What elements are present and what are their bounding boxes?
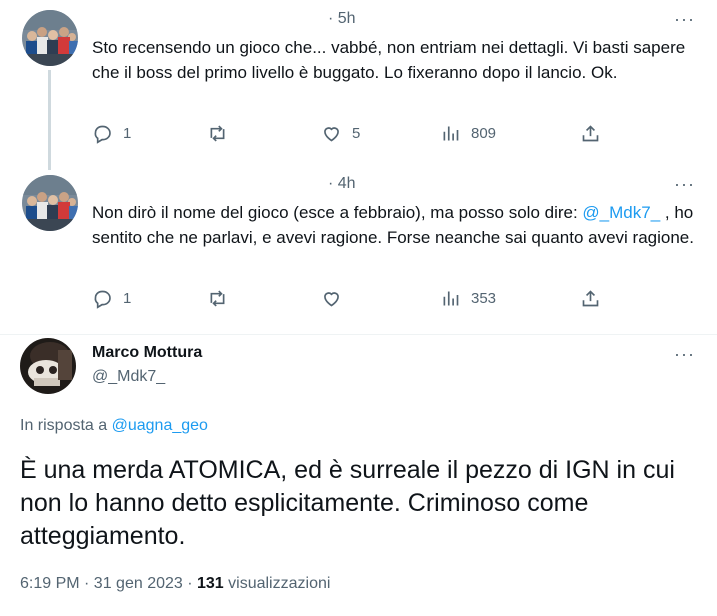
reply-to-link[interactable]: @uagna_geo <box>112 417 208 434</box>
reply-count: 1 <box>123 124 132 142</box>
reply-icon <box>94 290 111 309</box>
views-count: 353 <box>471 289 497 307</box>
author-handle[interactable]: @_Mdk7_ <box>92 368 165 386</box>
views-icon <box>443 291 459 305</box>
tweet-text: Non dirò il nome del gioco (esce a febbr… <box>92 200 702 250</box>
like-icon <box>324 291 339 306</box>
views-button[interactable]: 809 <box>440 120 496 146</box>
retweet-button[interactable] <box>207 285 238 311</box>
reply-prefix: In risposta a <box>20 417 112 434</box>
avatar[interactable] <box>22 175 78 231</box>
like-button[interactable]: 5 <box>321 120 360 146</box>
reply-context: In risposta a @uagna_geo <box>20 417 208 435</box>
share-icon <box>582 124 599 141</box>
main-tweet-text: È una merda ATOMICA, ed è surreale il pe… <box>20 456 675 550</box>
like-button[interactable] <box>321 285 352 311</box>
retweet-icon <box>210 124 225 142</box>
share-button[interactable] <box>580 120 601 146</box>
reply-count: 1 <box>123 289 132 307</box>
views-count: 809 <box>471 124 497 142</box>
tweet-thread: · 5h ··· Sto recensendo un gioco che... … <box>0 0 717 616</box>
retweet-button[interactable] <box>207 120 238 146</box>
avatar[interactable] <box>22 10 78 66</box>
reply-icon <box>94 125 111 144</box>
more-icon[interactable]: ··· <box>674 345 695 363</box>
views-icon <box>443 126 459 140</box>
reply-button[interactable]: 1 <box>92 120 131 146</box>
more-icon[interactable]: ··· <box>674 175 695 193</box>
tweet-text: Sto recensendo un gioco che... vabbé, no… <box>92 38 686 82</box>
share-button[interactable] <box>580 285 601 311</box>
tweet-metadata: 6:19 PM · 31 gen 2023 · 131 visualizzazi… <box>20 575 330 593</box>
mention-link[interactable]: @_Mdk7_ <box>582 203 660 222</box>
retweet-icon <box>210 289 225 307</box>
more-icon[interactable]: ··· <box>674 10 695 28</box>
reply-tweet[interactable]: · 4h ··· Non dirò il nome del gioco (esc… <box>0 170 717 335</box>
tweet-text-part: Non dirò il nome del gioco (esce a febbr… <box>92 203 583 222</box>
author-name[interactable]: Marco Mottura <box>92 344 202 362</box>
divider <box>0 334 717 335</box>
tweet-actions: 1 353 <box>92 285 612 311</box>
like-icon <box>324 126 339 141</box>
tweet-timestamp[interactable]: 6:19 PM · 31 gen 2023 · <box>20 575 197 592</box>
views-count: 131 <box>197 575 224 592</box>
share-icon <box>582 289 599 306</box>
tweet-time[interactable]: · 4h <box>328 175 356 193</box>
views-button[interactable]: 353 <box>440 285 496 311</box>
tweet-actions: 1 5 809 <box>92 120 612 146</box>
reply-tweet[interactable]: · 5h ··· Sto recensendo un gioco che... … <box>0 0 717 170</box>
views-label: visualizzazioni <box>223 575 331 592</box>
reply-button[interactable]: 1 <box>92 285 131 311</box>
author-avatar[interactable] <box>20 338 76 394</box>
tweet-time[interactable]: · 5h <box>328 10 356 28</box>
thread-connector <box>48 70 51 170</box>
like-count: 5 <box>352 124 361 142</box>
